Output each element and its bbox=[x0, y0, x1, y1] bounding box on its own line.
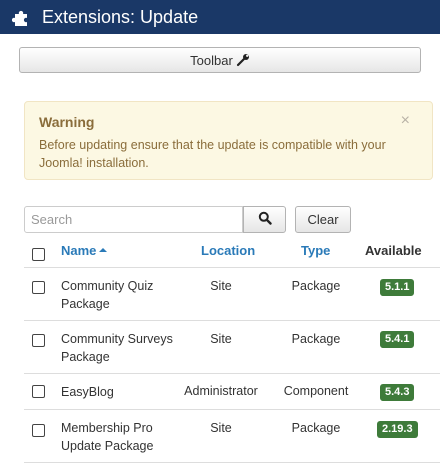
search-input[interactable] bbox=[24, 206, 243, 233]
toolbar-label: Toolbar bbox=[190, 52, 233, 68]
sort-asc-icon bbox=[99, 248, 108, 252]
extension-type: Component bbox=[283, 384, 349, 398]
search-icon bbox=[258, 211, 272, 228]
row-divider bbox=[24, 267, 440, 268]
page-title: Extensions: Update bbox=[42, 6, 199, 27]
column-header-name[interactable]: Name bbox=[61, 243, 108, 258]
warning-alert: Warning Before updating ensure that the … bbox=[24, 101, 433, 180]
row-checkbox[interactable] bbox=[32, 334, 45, 347]
row-checkbox[interactable] bbox=[32, 424, 45, 437]
extension-location: Administrator bbox=[184, 384, 258, 398]
page-header: Extensions: Update bbox=[0, 0, 440, 34]
column-header-type[interactable]: Type bbox=[301, 243, 330, 258]
available-version-badge: 5.1.1 bbox=[380, 279, 415, 296]
row-divider bbox=[24, 462, 440, 463]
extension-name: Community Quiz Package bbox=[61, 279, 154, 311]
row-divider bbox=[24, 373, 440, 374]
extension-location: Site bbox=[210, 332, 232, 346]
column-name-label: Name bbox=[61, 243, 97, 258]
select-all-checkbox[interactable] bbox=[32, 248, 45, 261]
available-version-badge: 5.4.3 bbox=[380, 384, 415, 401]
available-version-badge: 5.4.1 bbox=[380, 331, 415, 348]
row-divider bbox=[24, 409, 440, 410]
close-icon[interactable]: × bbox=[401, 112, 410, 130]
extension-name: EasyBlog bbox=[61, 385, 114, 399]
clear-button[interactable]: Clear bbox=[295, 206, 351, 233]
toolbar-toggle-button[interactable]: Toolbar bbox=[19, 47, 421, 73]
puzzle-piece-icon bbox=[10, 5, 34, 29]
extension-type: Package bbox=[291, 421, 341, 435]
extension-location: Site bbox=[210, 279, 232, 293]
extension-name: Community Surveys Package bbox=[61, 332, 173, 364]
extension-location: Site bbox=[210, 421, 232, 435]
alert-message: Before updating ensure that the update i… bbox=[39, 138, 386, 170]
column-header-available: Available bbox=[365, 243, 422, 258]
available-version-badge: 2.19.3 bbox=[377, 421, 418, 438]
search-button[interactable] bbox=[243, 206, 286, 233]
row-checkbox[interactable] bbox=[32, 281, 45, 294]
row-divider bbox=[24, 320, 440, 321]
column-header-location[interactable]: Location bbox=[201, 243, 255, 258]
row-checkbox[interactable] bbox=[32, 385, 45, 398]
extension-type: Package bbox=[291, 332, 341, 346]
extension-name: Membership Pro Update Package bbox=[61, 421, 154, 453]
extension-type: Package bbox=[291, 279, 341, 293]
wrench-icon bbox=[236, 53, 250, 67]
alert-title: Warning bbox=[39, 114, 95, 130]
